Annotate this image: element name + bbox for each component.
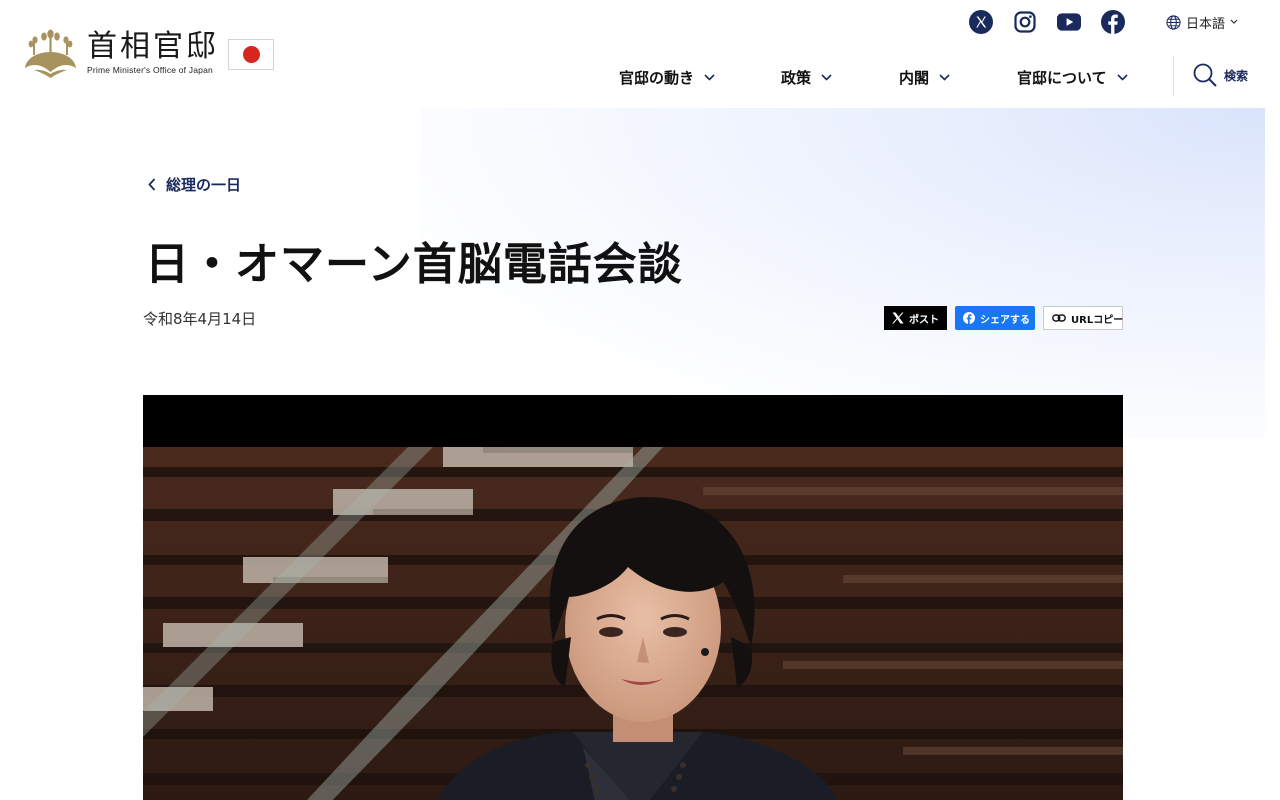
nav-divider: [1173, 56, 1174, 96]
youtube-icon[interactable]: [1057, 10, 1081, 34]
link-icon: [1052, 314, 1066, 322]
instagram-icon[interactable]: [1013, 10, 1037, 34]
chevron-down-icon: [1230, 18, 1243, 28]
share-facebook-label: シェアする: [980, 314, 1030, 326]
nav-item-label: 官邸の動き: [619, 68, 695, 87]
copy-url-button[interactable]: URLコピー: [1043, 306, 1123, 330]
site-header: 首相官邸 Prime Minister's Office of Japan 日本…: [0, 0, 1280, 108]
nav-item-about[interactable]: 官邸について: [1017, 67, 1128, 88]
search-icon: [1193, 63, 1217, 87]
logo-subtitle: Prime Minister's Office of Japan: [87, 65, 213, 75]
globe-icon: [1166, 15, 1181, 30]
chevron-down-icon: [1117, 73, 1128, 81]
logo-title: 首相官邸: [87, 29, 219, 64]
social-links: [969, 10, 1145, 34]
paulownia-crest-icon: [25, 29, 76, 78]
share-x-label: ポスト: [909, 314, 939, 326]
nav-item-label: 官邸について: [1017, 68, 1107, 87]
language-selector[interactable]: 日本語: [1166, 13, 1243, 32]
page-title: 日・オマーン首脳電話会談: [145, 239, 683, 290]
japan-flag-icon: [228, 39, 274, 70]
video-player[interactable]: [143, 395, 1123, 800]
search-button[interactable]: 検索: [1192, 62, 1248, 88]
breadcrumb-label: 総理の一日: [166, 176, 242, 194]
language-label: 日本語: [1186, 17, 1226, 32]
share-facebook-button[interactable]: シェアする: [955, 306, 1035, 330]
nav-item-label: 政策: [781, 68, 812, 87]
nav-item-label: 内閣: [899, 68, 930, 87]
chevron-down-icon: [939, 73, 950, 81]
x-icon[interactable]: [969, 10, 993, 34]
chevron-down-icon: [821, 73, 832, 81]
nav-item-cabinet[interactable]: 内閣: [899, 67, 950, 88]
site-logo[interactable]: 首相官邸 Prime Minister's Office of Japan: [24, 28, 219, 78]
chevron-down-icon: [704, 73, 715, 81]
x-icon: [892, 312, 904, 324]
publish-date: 令和8年4月14日: [143, 310, 257, 328]
nav-item-activities[interactable]: 官邸の動き: [619, 67, 715, 88]
share-buttons: ポスト シェアする URLコピー: [884, 306, 1123, 330]
facebook-icon: [963, 312, 975, 324]
chevron-left-icon: [148, 178, 156, 191]
facebook-icon[interactable]: [1101, 10, 1125, 34]
copy-url-label: URLコピー: [1071, 314, 1124, 326]
video-frame: [143, 447, 1123, 800]
share-x-button[interactable]: ポスト: [884, 306, 947, 330]
nav-item-policy[interactable]: 政策: [781, 67, 832, 88]
breadcrumb-back-link[interactable]: 総理の一日: [148, 174, 241, 195]
video-thumbnail-image: [143, 447, 1123, 800]
search-label: 検索: [1224, 68, 1249, 83]
main-nav: 官邸の動き 政策 内閣 官邸について: [600, 64, 1128, 90]
